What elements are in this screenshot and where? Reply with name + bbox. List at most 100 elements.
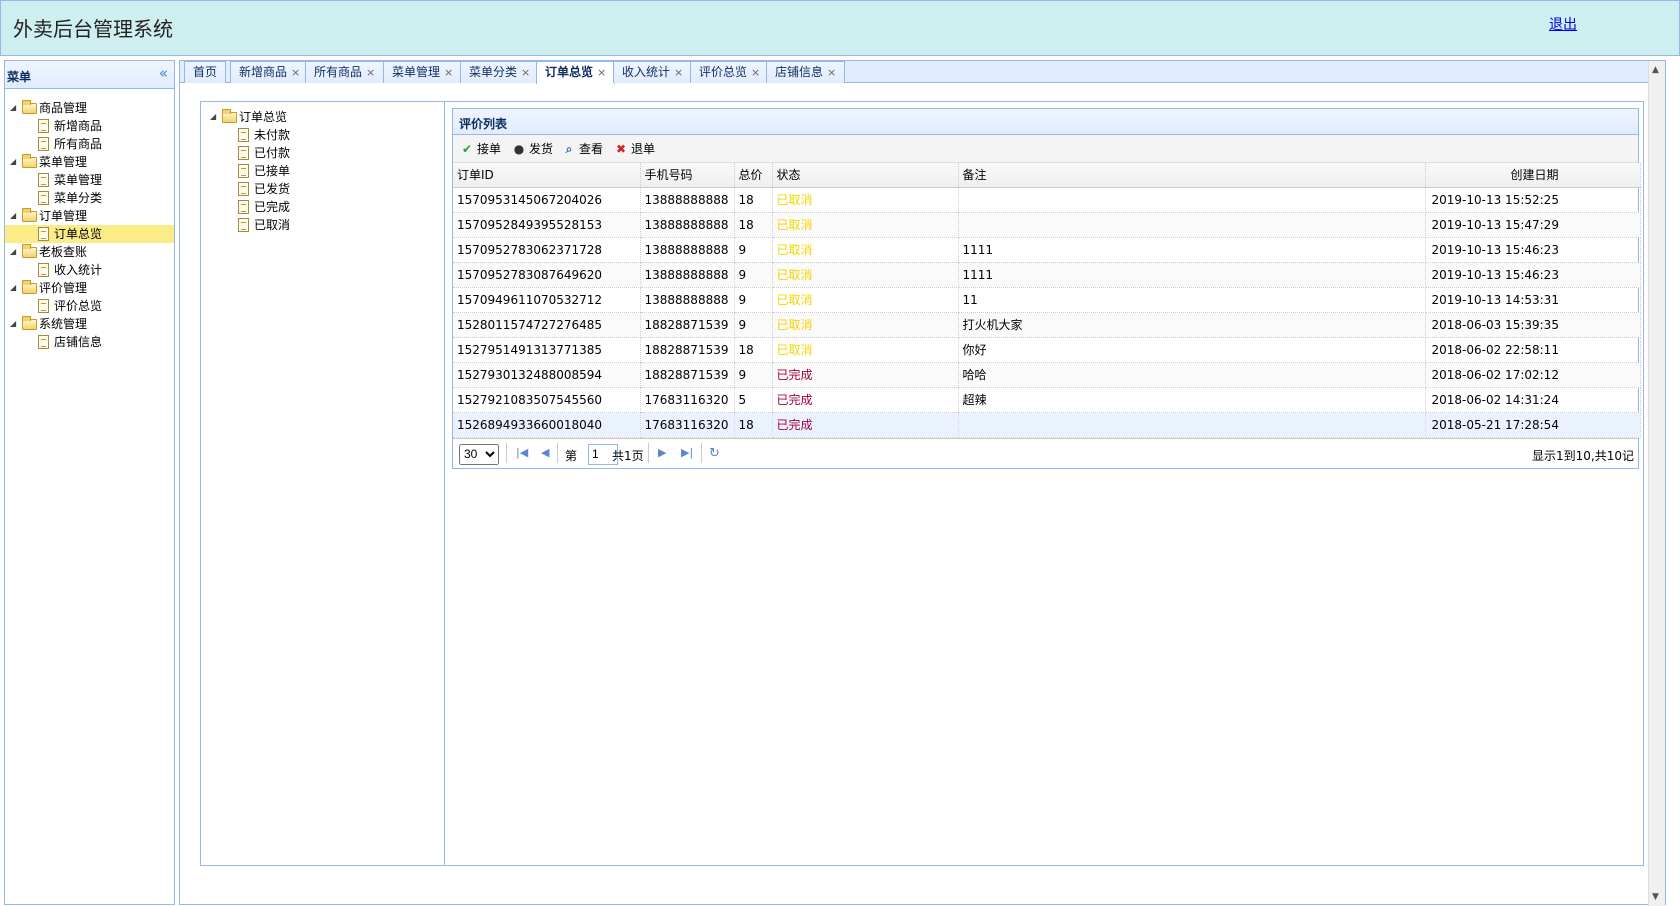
toolbar-button[interactable]: ⌕ 查看	[561, 141, 603, 157]
table-row[interactable]: 1570949611070532712 13888888888 9 已取消 11 2019…	[453, 287, 1641, 313]
refresh-icon[interactable]: ↻	[709, 446, 720, 461]
menu-item[interactable]: 所有商品	[5, 135, 174, 153]
menu-item[interactable]: 订单总览	[5, 225, 174, 243]
expand-arrow-icon[interactable]: ◢	[10, 315, 16, 333]
tab-item[interactable]: 新增商品 ×	[230, 61, 310, 83]
menu-group[interactable]: ◢ 系统管理	[5, 315, 174, 333]
order-tree-item[interactable]: 已完成	[201, 198, 444, 216]
menu-item[interactable]: 菜单管理	[5, 171, 174, 189]
pager-separator	[557, 442, 558, 463]
table-row[interactable]: 1526894933660018040 17683116320 18 已完成 2018-…	[453, 412, 1641, 438]
column-header[interactable]: 手机号码	[640, 163, 735, 188]
menu-group[interactable]: ◢ 商品管理	[5, 99, 174, 117]
toolbar-button[interactable]: ● 发货	[511, 141, 553, 157]
order-tree-item[interactable]: 已接单	[201, 162, 444, 180]
tab-item[interactable]: 菜单管理 ×	[383, 61, 463, 83]
tab-label: 所有商品	[314, 65, 363, 79]
column-header[interactable]: 订单ID	[453, 163, 641, 188]
menu-item[interactable]: 收入统计	[5, 261, 174, 279]
table-row[interactable]: 1570952783062371728 13888888888 9 已取消 1111 20…	[453, 237, 1641, 263]
menu-item[interactable]: 评价总览	[5, 297, 174, 315]
expand-arrow-icon[interactable]: ◢	[10, 153, 16, 171]
table-cell	[958, 187, 1426, 213]
menu-group[interactable]: ◢ 评价管理	[5, 279, 174, 297]
close-icon[interactable]: ×	[521, 66, 530, 79]
table-row[interactable]: 1570952849395528153 13888888888 18 已取消 2019-…	[453, 212, 1641, 238]
order-tree-item[interactable]: 已付款	[201, 144, 444, 162]
tab-item[interactable]: 评价总览 ×	[690, 61, 770, 83]
grid-toolbar: ✔ 接单 ● 发货 ⌕ 查看 ✖ 退单	[453, 135, 1638, 163]
scroll-down-icon[interactable]: ▼	[1652, 892, 1659, 902]
expand-arrow-icon[interactable]: ◢	[10, 279, 16, 297]
close-icon[interactable]: ×	[674, 66, 683, 79]
toolbar-button[interactable]: ✖ 退单	[613, 141, 655, 157]
tab-item[interactable]: 所有商品 ×	[305, 61, 385, 83]
column-header[interactable]: 创建日期	[1425, 163, 1641, 188]
menu-group[interactable]: ◢ 订单管理	[5, 207, 174, 225]
close-icon[interactable]: ×	[444, 66, 453, 79]
table-cell: 13888888888	[640, 187, 735, 213]
close-icon[interactable]: ×	[291, 66, 300, 79]
table-row[interactable]: 1527930132488008594 18828871539 9 已完成 哈哈 2018…	[453, 362, 1641, 388]
table-cell: 1111	[958, 237, 1426, 263]
order-table: 订单ID 手机号码 总价 状态 备注 创建日期 1570953145067204026 13…	[453, 163, 1641, 438]
expand-arrow-icon[interactable]: ◢	[10, 243, 16, 261]
order-tree-root-label: 订单总览	[239, 110, 288, 124]
toolbar-button[interactable]: ✔ 接单	[459, 141, 501, 157]
menu-item[interactable]: 新增商品	[5, 117, 174, 135]
folder-icon	[22, 208, 37, 222]
collapse-icon[interactable]: «	[159, 64, 168, 82]
menu-item[interactable]: 店铺信息	[5, 333, 174, 351]
check-icon: ✔	[461, 142, 473, 156]
tab-item[interactable]: 首页	[184, 61, 227, 83]
prev-page-icon[interactable]: ◀	[541, 446, 549, 459]
order-tree-item[interactable]: 未付款	[201, 126, 444, 144]
menu-group-label: 商品管理	[39, 101, 88, 115]
last-page-icon[interactable]: ▶|	[681, 446, 693, 459]
scroll-up-icon[interactable]: ▲	[1652, 65, 1659, 75]
table-row[interactable]: 1570952783087649620 13888888888 9 已取消 1111 20…	[453, 262, 1641, 288]
table-cell: 2019-10-13 15:46:23	[1425, 262, 1641, 288]
folder-icon	[22, 100, 37, 114]
table-cell: 已取消	[772, 312, 959, 338]
menu-group[interactable]: ◢ 老板查账	[5, 243, 174, 261]
table-cell: 9	[734, 312, 773, 338]
vertical-scrollbar[interactable]: ▲ ▼	[1648, 61, 1665, 906]
toolbar-button-label: 发货	[529, 142, 554, 156]
tab-label: 店铺信息	[775, 65, 824, 79]
menu-item[interactable]: 菜单分类	[5, 189, 174, 207]
column-header[interactable]: 备注	[958, 163, 1426, 188]
folder-icon	[22, 316, 37, 330]
close-icon[interactable]: ×	[827, 66, 836, 79]
expand-arrow-icon[interactable]: ◢	[10, 99, 16, 117]
tab-item[interactable]: 收入统计 ×	[613, 61, 693, 83]
next-page-icon[interactable]: ▶	[658, 446, 666, 459]
table-row[interactable]: 1528011574727276485 18828871539 9 已取消 打火机大家 2…	[453, 312, 1641, 338]
toolbar-button-label: 接单	[477, 142, 502, 156]
order-tree-item[interactable]: 已发货	[201, 180, 444, 198]
order-tree-item-label: 未付款	[254, 128, 291, 142]
table-cell: 已取消	[772, 287, 959, 313]
logout-link[interactable]: 退出	[1549, 14, 1577, 34]
tab-item[interactable]: 订单总览 ×	[536, 61, 616, 84]
expand-arrow-icon[interactable]: ◢	[210, 108, 216, 126]
toolbar-button-label: 查看	[579, 142, 604, 156]
column-header[interactable]: 状态	[772, 163, 959, 188]
close-icon[interactable]: ×	[751, 66, 760, 79]
order-tree-item[interactable]: 已取消	[201, 216, 444, 234]
table-row[interactable]: 1570953145067204026 13888888888 18 已取消 2019-…	[453, 187, 1641, 213]
first-page-icon[interactable]: |◀	[516, 446, 528, 459]
table-row[interactable]: 1527951491313771385 18828871539 18 已取消 你好 201…	[453, 337, 1641, 363]
expand-arrow-icon[interactable]: ◢	[10, 207, 16, 225]
close-icon[interactable]: ×	[597, 66, 606, 79]
order-tree-root[interactable]: ◢ 订单总览	[201, 108, 444, 126]
tab-item[interactable]: 菜单分类 ×	[460, 61, 540, 83]
menu-group[interactable]: ◢ 菜单管理	[5, 153, 174, 171]
close-icon[interactable]: ×	[366, 66, 375, 79]
table-cell: 1570949611070532712	[453, 287, 641, 313]
page-size-select[interactable]: 30	[459, 443, 499, 465]
tab-item[interactable]: 店铺信息 ×	[766, 61, 846, 83]
table-cell: 已取消	[772, 337, 959, 363]
table-row[interactable]: 1527921083507545560 17683116320 5 已完成 超辣 2018…	[453, 387, 1641, 413]
column-header[interactable]: 总价	[734, 163, 773, 188]
